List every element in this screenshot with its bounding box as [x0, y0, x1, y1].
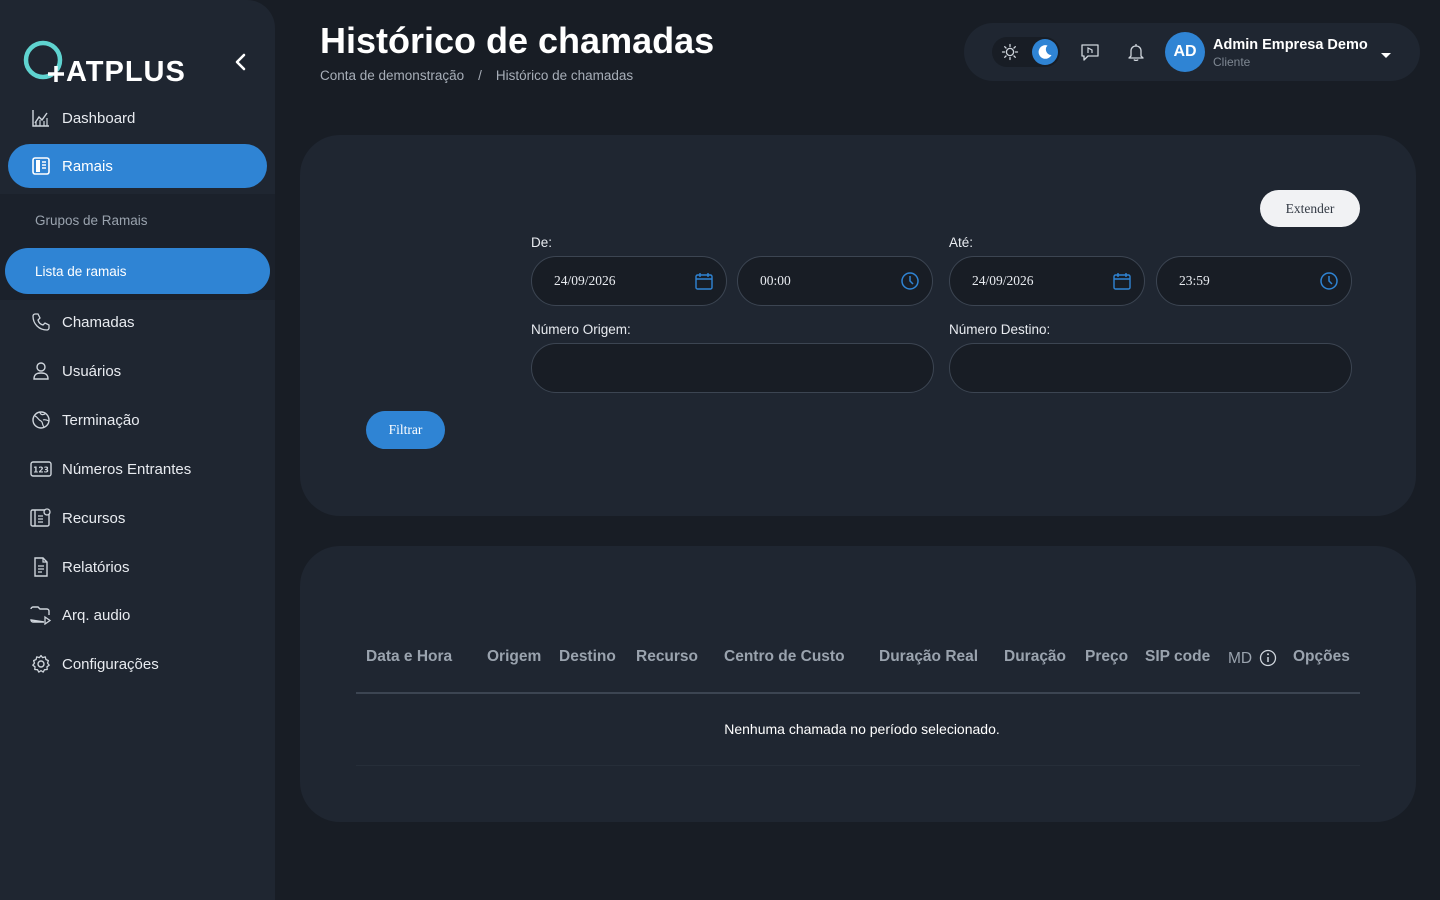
- clock-icon[interactable]: [1319, 271, 1339, 291]
- destination-number-label: Número Destino:: [949, 322, 1051, 337]
- extend-button[interactable]: Extender: [1260, 190, 1360, 227]
- column-header-centro-de-custo[interactable]: Centro de Custo: [724, 648, 845, 666]
- sun-icon: [1001, 43, 1019, 61]
- to-time-value: 23:59: [1179, 273, 1210, 288]
- user-name[interactable]: Admin Empresa Demo: [1213, 37, 1368, 53]
- table-row-divider: [356, 765, 1360, 766]
- sidebar-item-label: Chamadas: [62, 313, 135, 331]
- to-date-value: 24/09/2026: [972, 273, 1034, 288]
- caret-down-icon: [1381, 53, 1391, 58]
- avatar[interactable]: AD: [1165, 32, 1205, 72]
- gear-icon: [30, 653, 52, 675]
- ramais-submenu: Grupos de Ramais Lista de ramais: [0, 194, 275, 300]
- column-header-sip-code[interactable]: SIP code: [1145, 648, 1210, 666]
- phone-icon: [30, 311, 52, 333]
- sidebar-item-label: Recursos: [62, 509, 126, 527]
- column-header-duracao-real[interactable]: Duração Real: [879, 648, 978, 666]
- bell-icon: [1128, 44, 1144, 62]
- submenu-item-label: Grupos de Ramais: [35, 212, 148, 228]
- info-icon[interactable]: [1259, 649, 1277, 667]
- sidebar-item-label: Números Entrantes: [62, 460, 192, 478]
- submenu-item-lista-de-ramais[interactable]: Lista de ramais: [5, 248, 270, 294]
- calendar-icon[interactable]: [1112, 271, 1132, 291]
- to-time-input[interactable]: 23:59: [1156, 256, 1352, 306]
- logo[interactable]: ATPLUS: [22, 38, 192, 88]
- empty-state-message: Nenhuma chamada no período selecionado.: [724, 721, 1000, 737]
- sidebar-item-recursos[interactable]: Recursos: [8, 496, 267, 540]
- sidebar-item-dashboard[interactable]: Dashboard: [8, 96, 267, 140]
- sidebar-item-terminacao[interactable]: Terminação: [8, 398, 267, 442]
- column-header-opcoes[interactable]: Opções: [1293, 648, 1350, 666]
- user-role: Cliente: [1213, 55, 1251, 69]
- filter-card: Extender De: Até: 24/09/2026 00:00 24/09…: [300, 135, 1416, 516]
- sidebar-item-label: Arq. audio: [62, 606, 131, 624]
- user-icon: [30, 360, 52, 382]
- from-label: De:: [531, 235, 553, 250]
- from-time-value: 00:00: [760, 273, 791, 288]
- from-date-input[interactable]: 24/09/2026: [531, 256, 727, 306]
- chat-icon: [1081, 44, 1099, 61]
- moon-icon: [1038, 45, 1052, 59]
- sidebar-item-label: Configurações: [62, 655, 159, 673]
- logo-text: ATPLUS: [66, 56, 186, 88]
- resources-icon: [30, 507, 52, 529]
- chart-icon: [30, 107, 52, 129]
- svg-text:123: 123: [33, 466, 49, 475]
- messages-button[interactable]: [1080, 42, 1100, 62]
- filter-button[interactable]: Filtrar: [366, 411, 445, 449]
- table-header-divider: [356, 692, 1360, 694]
- from-date-value: 24/09/2026: [554, 273, 616, 288]
- sidebar-item-label: Relatórios: [62, 558, 130, 576]
- calls-table-card: Data e Hora Origem Destino Recurso Centr…: [300, 546, 1416, 822]
- column-header-preco[interactable]: Preço: [1085, 648, 1128, 666]
- phonebook-icon: [30, 155, 52, 177]
- top-toolbar: AD Admin Empresa Demo Cliente: [964, 23, 1420, 81]
- sidebar-item-relatorios[interactable]: Relatórios: [8, 545, 267, 589]
- light-mode-button[interactable]: [1000, 42, 1020, 62]
- column-header-destino[interactable]: Destino: [559, 648, 616, 666]
- sidebar-item-numeros-entrantes[interactable]: 123 Números Entrantes: [8, 447, 267, 491]
- page-title: Histórico de chamadas: [320, 20, 715, 61]
- calendar-icon[interactable]: [694, 271, 714, 291]
- breadcrumb: Conta de demonstração / Histórico de cha…: [320, 68, 633, 83]
- sidebar-item-chamadas[interactable]: Chamadas: [8, 300, 267, 344]
- sidebar-item-label: Ramais: [62, 157, 113, 175]
- document-icon: [30, 556, 52, 578]
- chevron-left-icon: [235, 53, 246, 71]
- notifications-button[interactable]: [1126, 42, 1146, 62]
- destination-number-input[interactable]: [949, 343, 1352, 393]
- column-header-duracao[interactable]: Duração: [1004, 648, 1066, 666]
- column-header-data-e-hora[interactable]: Data e Hora: [366, 648, 452, 666]
- logo-icon: [23, 40, 64, 82]
- column-header-md[interactable]: MD: [1228, 650, 1252, 668]
- sidebar-item-configuracoes[interactable]: Configurações: [8, 642, 267, 686]
- submenu-item-grupos-de-ramais[interactable]: Grupos de Ramais: [5, 197, 270, 243]
- breadcrumb-separator: /: [478, 68, 482, 83]
- sidebar-item-label: Terminação: [62, 411, 140, 429]
- origin-number-input[interactable]: [531, 343, 934, 393]
- column-header-recurso[interactable]: Recurso: [636, 648, 698, 666]
- collapse-sidebar-button[interactable]: [231, 52, 251, 72]
- audio-folder-icon: [30, 604, 52, 626]
- sidebar-item-usuarios[interactable]: Usuários: [8, 349, 267, 393]
- column-header-origem[interactable]: Origem: [487, 648, 541, 666]
- breadcrumb-item-account[interactable]: Conta de demonstração: [320, 68, 464, 83]
- submenu-item-label: Lista de ramais: [35, 263, 127, 279]
- sidebar-item-label: Usuários: [62, 362, 122, 380]
- from-time-input[interactable]: 00:00: [737, 256, 933, 306]
- sidebar: ATPLUS Dashboard Ramais Grupos de Ramais…: [0, 0, 275, 900]
- origin-number-label: Número Origem:: [531, 322, 631, 337]
- dark-mode-button[interactable]: [1032, 39, 1058, 65]
- breadcrumb-item-current: Histórico de chamadas: [495, 68, 634, 83]
- theme-toggle[interactable]: [992, 37, 1060, 67]
- sidebar-item-label: Dashboard: [62, 109, 136, 127]
- numbers-123-icon: 123: [30, 458, 52, 480]
- user-menu-button[interactable]: [1380, 47, 1392, 58]
- to-date-input[interactable]: 24/09/2026: [949, 256, 1145, 306]
- clock-icon[interactable]: [900, 271, 920, 291]
- sidebar-item-ramais[interactable]: Ramais: [8, 144, 267, 188]
- to-label: Até:: [949, 235, 974, 250]
- sidebar-item-arq-audio[interactable]: Arq. audio: [8, 593, 267, 637]
- globe-icon: [30, 409, 52, 431]
